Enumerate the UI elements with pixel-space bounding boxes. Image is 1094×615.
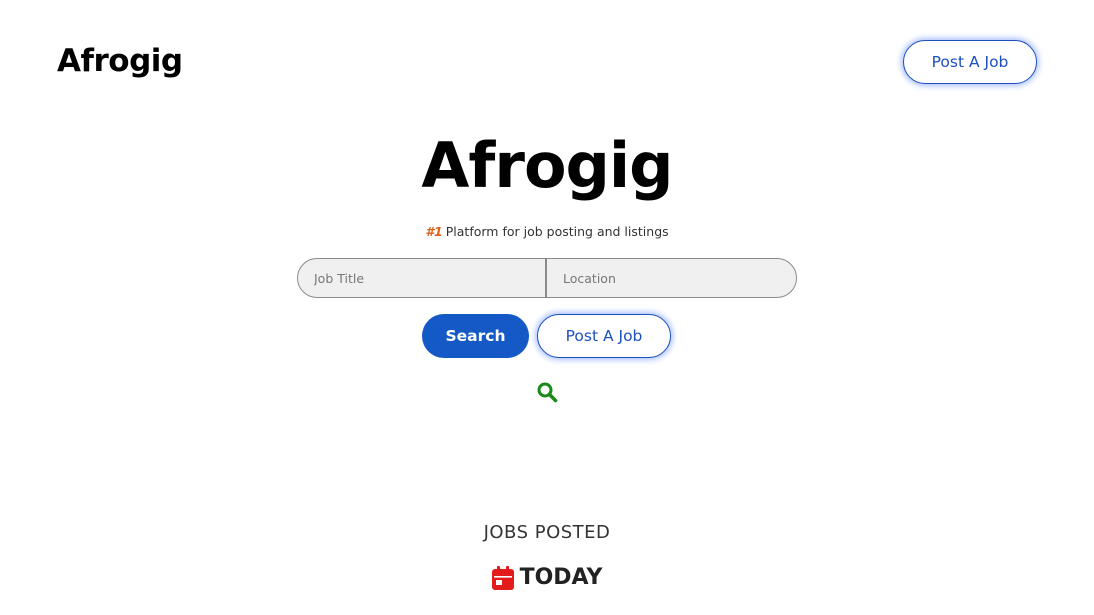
site-logo[interactable]: Afrogig [57, 41, 183, 81]
hero-tagline: #1 Platform for job posting and listings [0, 223, 1094, 241]
search-button[interactable]: Search [422, 314, 529, 358]
job-title-input[interactable] [298, 259, 547, 297]
location-input[interactable] [547, 259, 796, 297]
calendar-icon [491, 566, 514, 590]
header-post-job-button[interactable]: Post A Job [903, 40, 1037, 84]
jobs-period: TODAY [0, 563, 1094, 593]
jobs-period-label: TODAY [519, 565, 603, 590]
tagline-text: Platform for job posting and listings [445, 224, 669, 239]
search-icon[interactable] [536, 381, 558, 403]
tagline-rank: #1 [425, 224, 443, 239]
hero-title: Afrogig [421, 129, 673, 202]
jobs-posted-heading: JOBS POSTED [483, 522, 611, 543]
search-form [297, 258, 797, 298]
hero-post-job-button[interactable]: Post A Job [537, 314, 671, 358]
